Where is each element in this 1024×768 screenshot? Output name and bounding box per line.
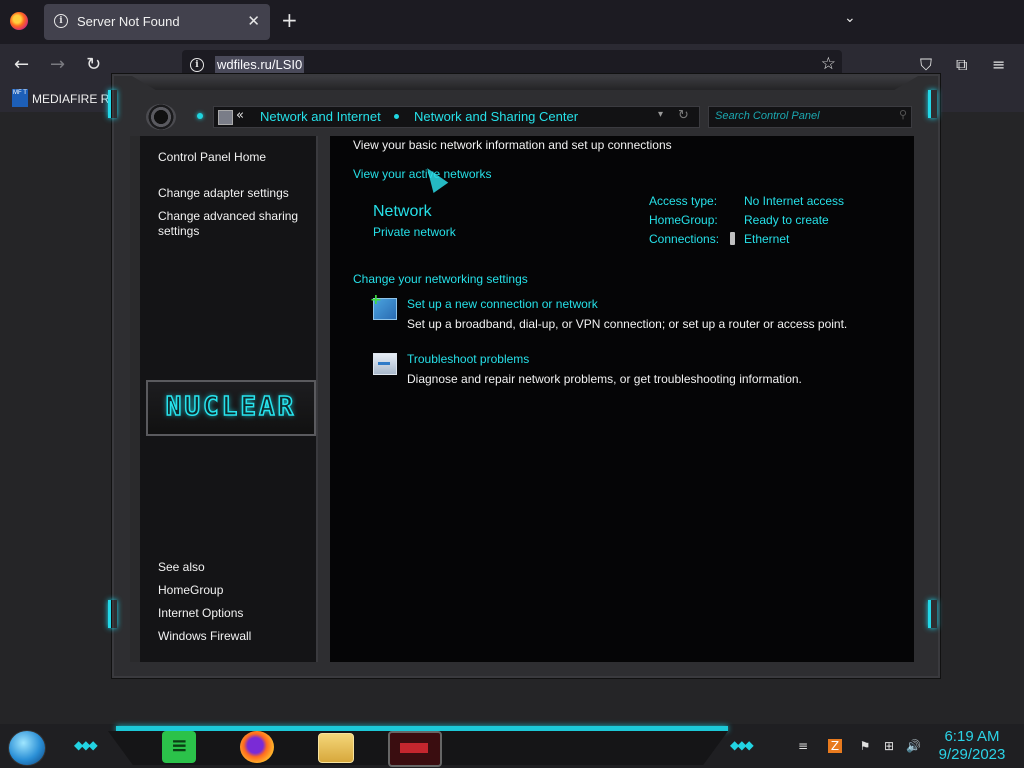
control-panel-icon <box>218 110 233 125</box>
address-dropdown-icon[interactable]: ▾ <box>658 109 663 120</box>
page-heading: View your basic network information and … <box>353 138 672 152</box>
bookmark-mediafire[interactable]: MEDIAFIRE RO <box>32 92 119 106</box>
homegroup-status-link[interactable]: Ready to create <box>744 213 829 227</box>
extensions-icon[interactable]: ⧉ <box>956 55 967 75</box>
firefox-icon[interactable] <box>240 731 274 763</box>
nav-dot-icon <box>197 113 203 119</box>
main-content-pane: View your basic network information and … <box>330 136 914 662</box>
network-type-link[interactable]: Private network <box>373 225 456 239</box>
search-control-panel-input[interactable]: Search Control Panel ⚲ <box>708 106 912 128</box>
site-info-icon[interactable]: i <box>190 58 204 72</box>
menu-hamburger-icon[interactable]: ≡ <box>992 55 1005 74</box>
volume-icon[interactable]: 🔊 <box>906 739 921 753</box>
breadcrumb-network-sharing-center[interactable]: Network and Sharing Center <box>414 109 578 124</box>
breadcrumb-network-and-internet[interactable]: Network and Internet <box>260 109 381 124</box>
browser-tab-bar: i Server Not Found ✕ + ⌄ <box>0 0 1024 44</box>
see-also-heading: See also <box>158 560 205 574</box>
setup-new-connection-desc: Set up a broadband, dial-up, or VPN conn… <box>407 317 848 331</box>
taskbar-chevron-decoration-icon: ◆◆◆ <box>730 738 754 752</box>
taskbar: ◆◆◆ ◆◆◆ ≡ Z ⚑ ⊞ 🔊 6:19 AM 9/29/2023 <box>0 724 1024 768</box>
breadcrumb-separator-icon <box>394 114 399 119</box>
connections-label: Connections: <box>649 232 720 246</box>
internet-options-link[interactable]: Internet Options <box>158 606 243 621</box>
url-text[interactable]: wdfiles.ru/LSI0 <box>215 56 305 73</box>
left-nav-pane: Control Panel Home Change adapter settin… <box>130 136 318 662</box>
browser-tab[interactable]: i Server Not Found ✕ <box>44 4 270 40</box>
change-adapter-settings-link[interactable]: Change adapter settings <box>158 186 289 201</box>
new-tab-button[interactable]: + <box>281 8 298 32</box>
network-tray-icon[interactable]: ⊞ <box>882 739 896 753</box>
back-button[interactable]: ← <box>14 55 29 75</box>
ethernet-icon <box>730 232 735 245</box>
forward-button[interactable]: → <box>50 55 65 75</box>
pocket-icon[interactable]: ⛉ <box>920 55 932 75</box>
file-explorer-icon[interactable] <box>318 733 354 763</box>
homegroup-label: HomeGroup: <box>649 213 718 227</box>
breadcrumb-overflow-button[interactable]: « <box>236 108 244 123</box>
game-icon[interactable] <box>388 731 442 767</box>
clock-time: 6:19 AM <box>944 728 1000 745</box>
frame-glow-accent <box>108 600 117 628</box>
change-advanced-sharing-link[interactable]: Change advanced sharing settings <box>158 209 308 239</box>
setup-new-connection-link[interactable]: Set up a new connection or network <box>407 297 598 311</box>
taskbar-chevron-decoration-icon: ◆◆◆ <box>74 738 98 752</box>
system-clock[interactable]: 6:19 AM 9/29/2023 <box>930 728 1014 764</box>
bookmark-star-icon[interactable]: ☆ <box>821 54 836 74</box>
frame-glow-accent <box>108 90 117 118</box>
troubleshoot-problems-link[interactable]: Troubleshoot problems <box>407 352 529 366</box>
search-placeholder: Search Control Panel <box>715 110 820 122</box>
nuclear-theme-banner: NUCLEAR <box>146 380 316 436</box>
access-type-value: No Internet access <box>744 194 845 208</box>
tab-title: Server Not Found <box>77 14 180 29</box>
address-bar[interactable]: « Network and Internet Network and Shari… <box>213 106 700 128</box>
change-networking-settings-heading: Change your networking settings <box>353 272 528 286</box>
troubleshoot-problems-desc: Diagnose and repair network problems, or… <box>407 372 802 386</box>
start-button[interactable] <box>8 730 46 766</box>
mediafire-bookmark-icon[interactable]: MF T <box>12 89 28 107</box>
homegroup-link[interactable]: HomeGroup <box>158 583 223 598</box>
close-tab-icon[interactable]: ✕ <box>247 12 260 30</box>
nuclear-banner-text: NUCLEAR <box>165 391 297 423</box>
new-connection-icon <box>370 292 397 320</box>
frame-glow-accent <box>928 600 937 628</box>
firefox-logo-icon <box>10 12 28 30</box>
ethernet-connection-link[interactable]: Ethernet <box>744 232 789 246</box>
control-panel-home-link[interactable]: Control Panel Home <box>158 150 266 165</box>
tray-overflow-icon[interactable]: ≡ <box>796 739 810 753</box>
info-icon: i <box>54 14 68 28</box>
network-name: Network <box>373 203 432 220</box>
clock-date: 9/29/2023 <box>938 746 1006 763</box>
search-icon[interactable]: ⚲ <box>899 108 907 121</box>
back-forward-orb-icon[interactable] <box>146 104 176 130</box>
frame-glow-accent <box>928 90 937 118</box>
tray-app-icon[interactable]: Z <box>828 739 842 753</box>
refresh-icon[interactable]: ↻ <box>678 108 689 123</box>
access-type-label: Access type: <box>649 194 718 208</box>
spotify-icon[interactable] <box>162 731 196 763</box>
reload-button[interactable]: ↻ <box>86 55 101 75</box>
list-tabs-chevron-icon[interactable]: ⌄ <box>844 10 862 28</box>
troubleshoot-icon <box>373 353 397 375</box>
windows-firewall-link[interactable]: Windows Firewall <box>158 629 251 644</box>
action-center-flag-icon[interactable]: ⚑ <box>858 739 872 753</box>
